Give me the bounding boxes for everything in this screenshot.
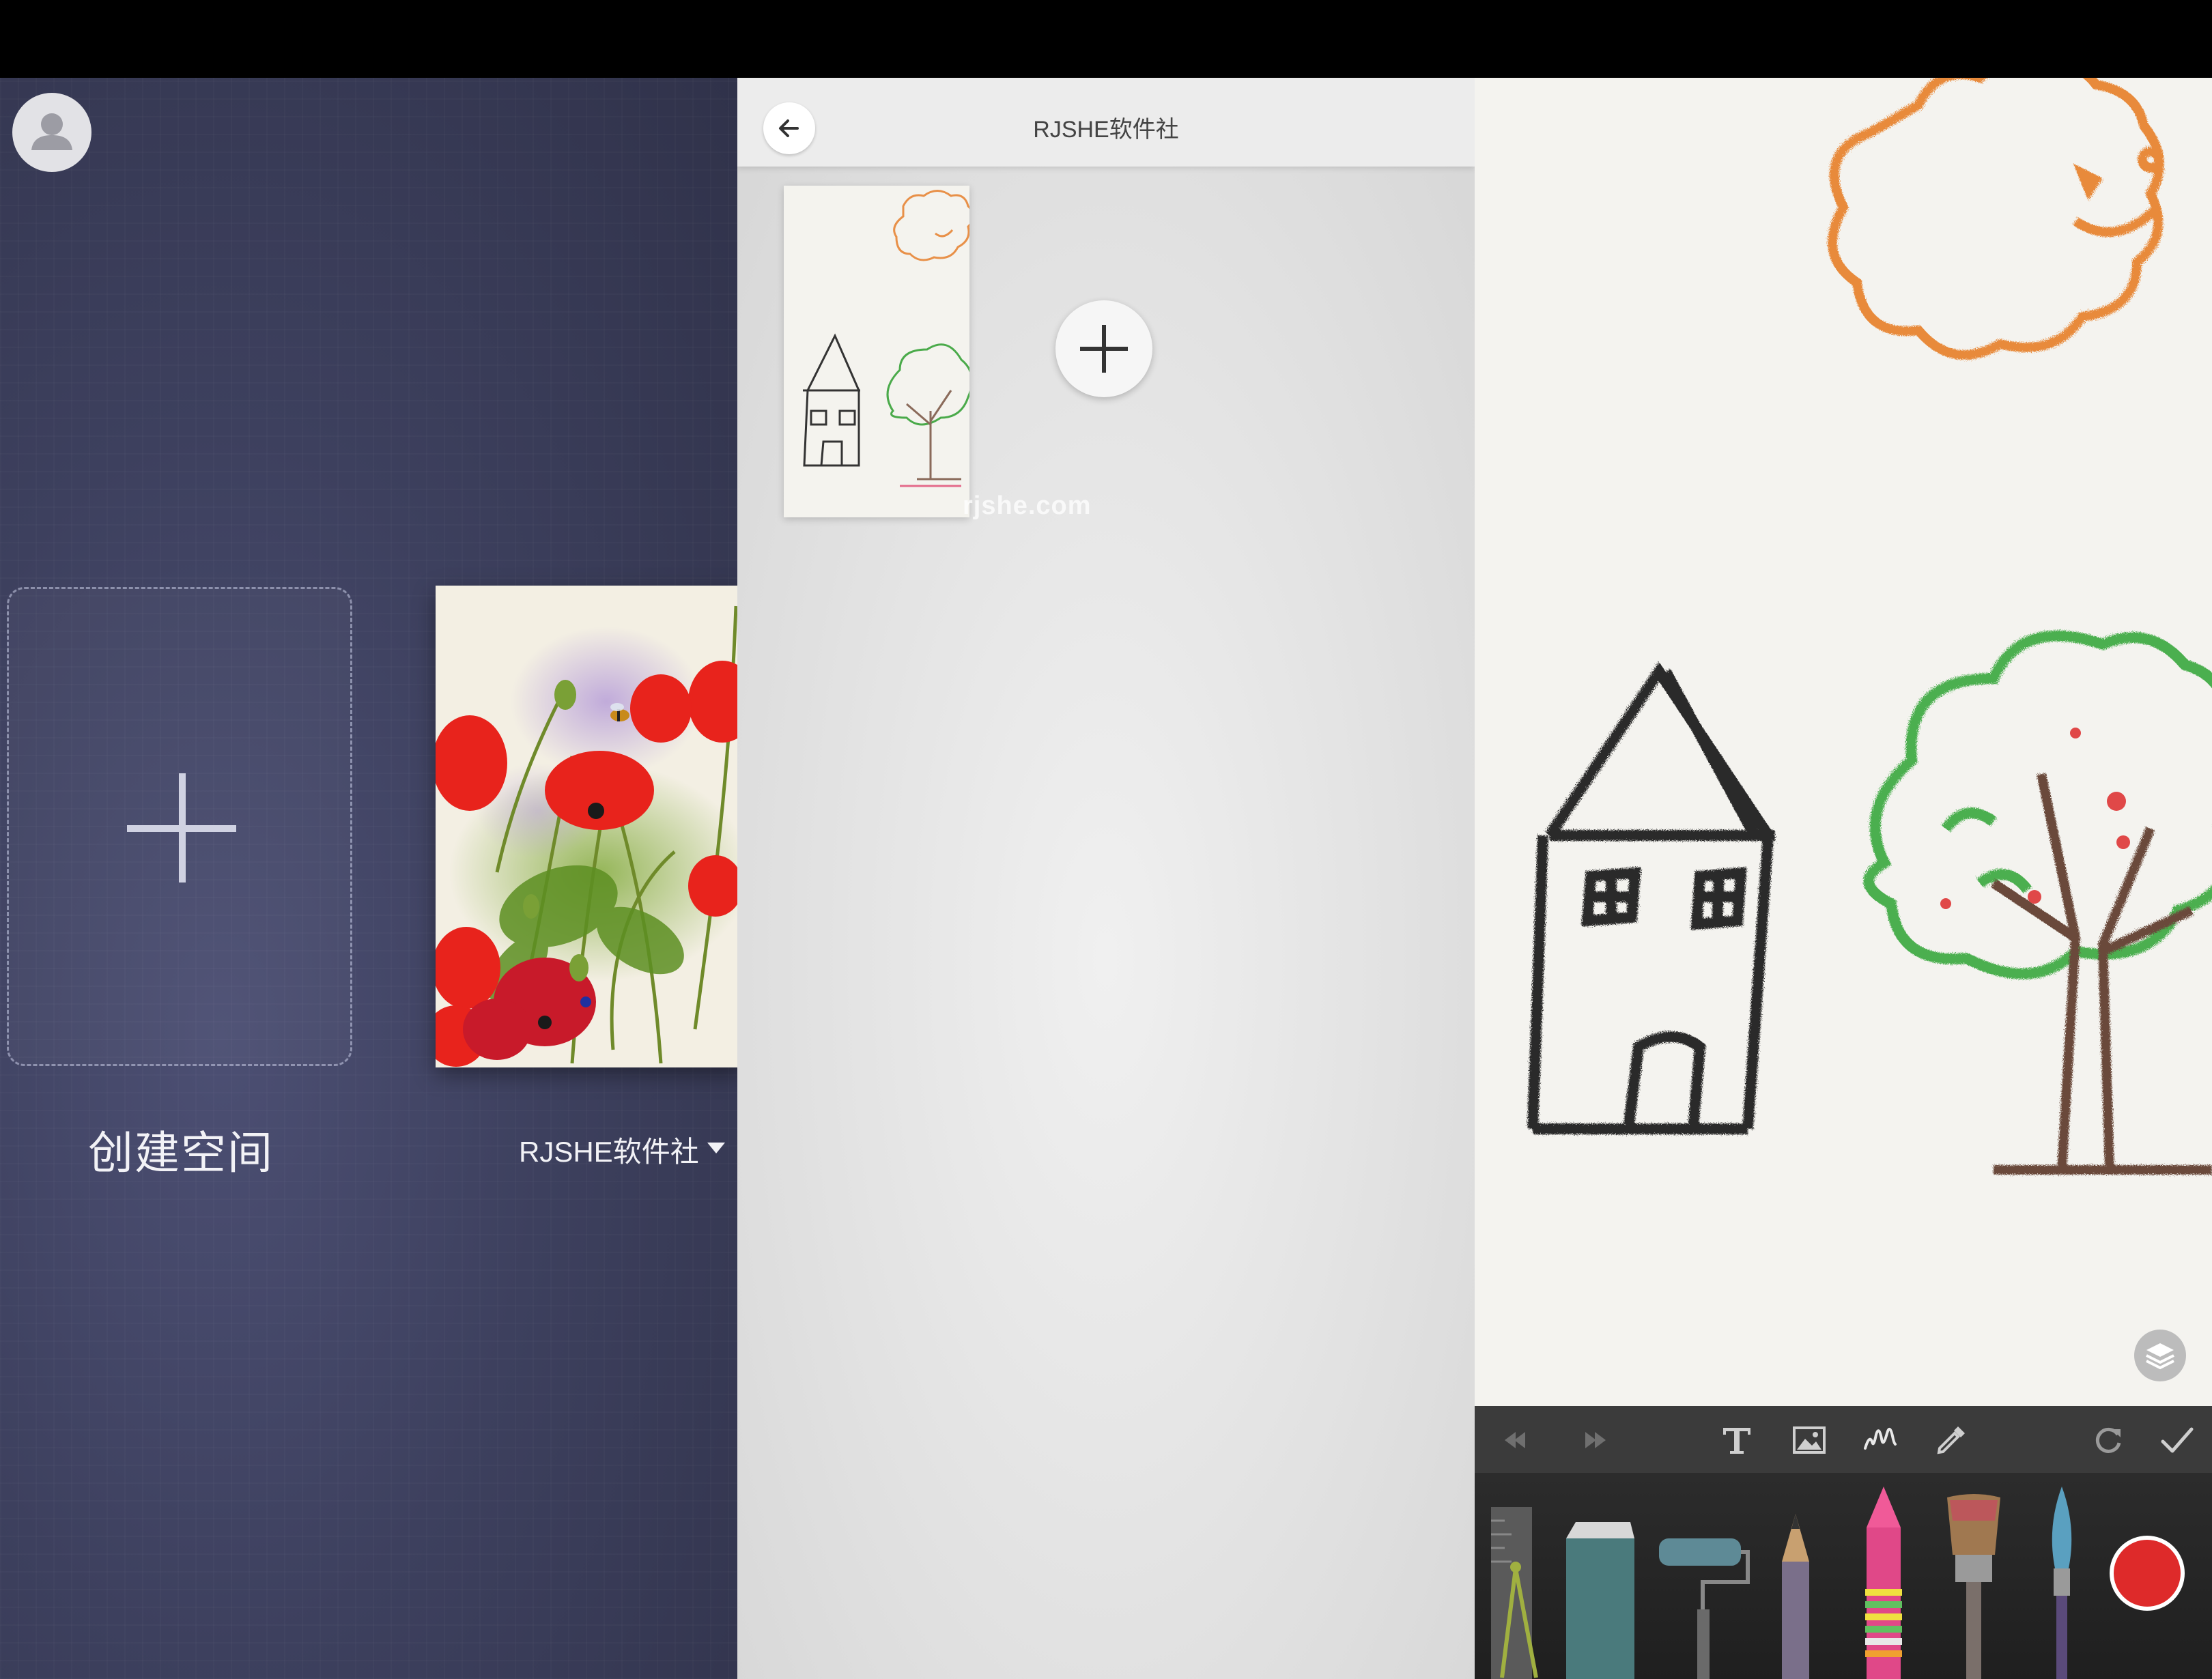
text-icon: [1723, 1428, 1750, 1454]
redo-icon: [1585, 1432, 1606, 1448]
layers-icon: [2146, 1343, 2174, 1370]
pencil-tool[interactable]: [1775, 1514, 1816, 1679]
flat-brush-tool[interactable]: [1943, 1493, 2004, 1679]
caret-down-icon[interactable]: [707, 1143, 725, 1153]
user-icon: [31, 113, 72, 150]
gallery-panel: RJSHE软件社 rjshe.com: [737, 78, 1475, 1679]
current-color-button[interactable]: [2110, 1536, 2185, 1611]
undo-icon: [1505, 1432, 1525, 1448]
confirm-button[interactable]: [2157, 1421, 2196, 1459]
crayon-drawing: [1527, 78, 2212, 1175]
text-tool-button[interactable]: [1718, 1421, 1756, 1459]
stroke-tool-button[interactable]: [1861, 1421, 1899, 1459]
gallery-title: RJSHE软件社: [1033, 117, 1179, 143]
status-bar: [0, 0, 2212, 78]
image-tool-button[interactable]: [1790, 1421, 1828, 1459]
add-drawing-button[interactable]: [1055, 300, 1152, 397]
undo-button[interactable]: [1498, 1421, 1536, 1459]
redo-button[interactable]: [1574, 1421, 1613, 1459]
create-space-card[interactable]: [7, 587, 352, 1066]
canvas-panel: [1475, 78, 2212, 1679]
eyedropper-button[interactable]: [1932, 1421, 1970, 1459]
rotate-button[interactable]: [2089, 1421, 2127, 1459]
rotate-icon: [2095, 1427, 2121, 1453]
drawing-toolbar: [1475, 1406, 2212, 1474]
create-space-label: 创建空间: [88, 1128, 274, 1178]
crayon-tool[interactable]: [1860, 1487, 1908, 1679]
layers-button[interactable]: [2134, 1330, 2186, 1381]
drawing-thumbnail-image: [803, 190, 969, 487]
spaces-panel: 创建空间 RJSHE软件社: [0, 78, 737, 1679]
drawing-canvas[interactable]: [1475, 78, 2212, 1406]
poppy-artwork: [436, 605, 737, 1067]
round-brush-tool[interactable]: [2041, 1487, 2082, 1679]
gallery-header: RJSHE软件社: [737, 78, 1475, 167]
plus-icon: [127, 773, 236, 882]
drawing-thumbnail[interactable]: [784, 186, 969, 517]
brush-tray: [1475, 1473, 2212, 1679]
plus-icon: [1080, 325, 1128, 373]
avatar[interactable]: [12, 93, 91, 172]
paint-roller-tool[interactable]: [1655, 1534, 1750, 1679]
ruler-compass-tool[interactable]: [1488, 1507, 1543, 1679]
confirm-icon: [2161, 1427, 2194, 1453]
eyedropper-icon: [1937, 1426, 1965, 1454]
eraser-tool[interactable]: [1562, 1518, 1637, 1679]
space-cover-card[interactable]: [436, 586, 737, 1067]
space-name-label[interactable]: RJSHE软件社: [519, 1129, 699, 1171]
stroke-icon: [1864, 1428, 1897, 1450]
watermark: rjshe.com: [963, 491, 1092, 520]
image-icon: [1793, 1426, 1826, 1454]
